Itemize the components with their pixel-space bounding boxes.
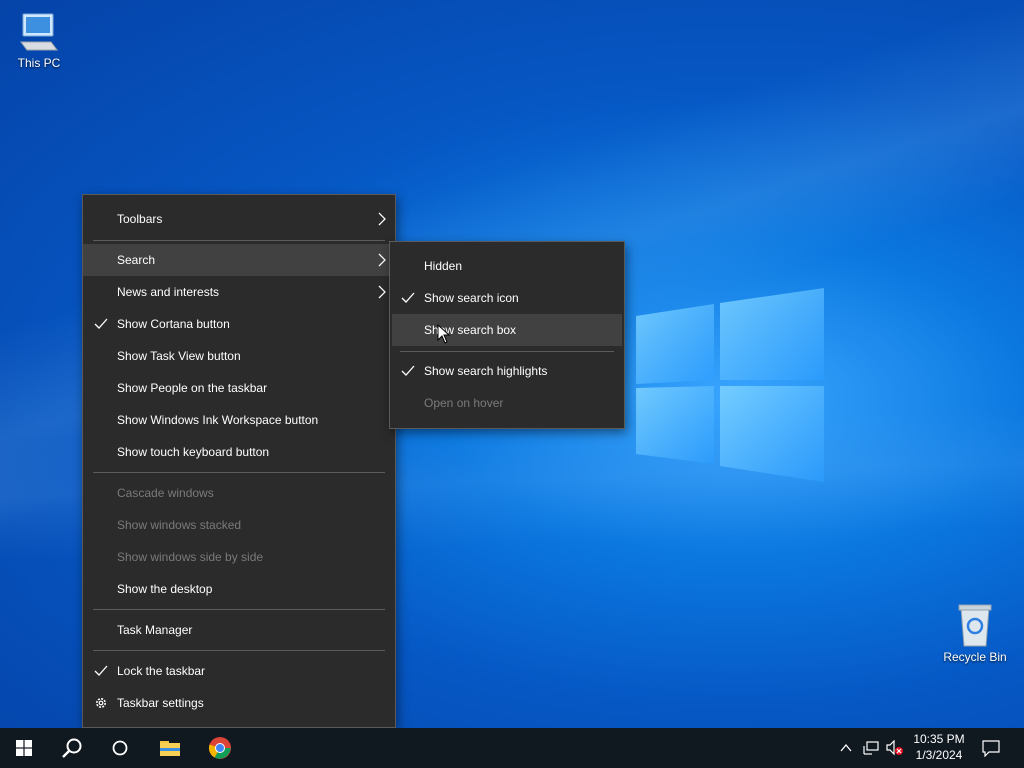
menu-separator [93,650,385,651]
clock[interactable]: 10:35 PM 1/3/2024 [910,732,968,762]
taskbar: 10:35 PM 1/3/2024 [0,728,1024,768]
submenu-item-show-search-box[interactable]: Show search box [392,314,622,346]
start-button[interactable] [0,728,48,768]
menu-item-show-windows-stacked: Show windows stacked [117,518,242,532]
volume-muted-icon[interactable] [886,740,904,756]
menu-separator [93,472,385,473]
menu-separator [93,240,385,241]
desktop-icon-this-pc[interactable]: This PC [3,10,75,70]
mouse-cursor-icon [437,324,450,344]
file-explorer-icon [160,741,180,756]
menu-item-show-cortana-button[interactable]: Show Cortana button [83,308,395,340]
notification-icon[interactable] [982,739,1000,757]
search-icon [62,738,82,758]
menu-item-show-windows-side-by-side: Show windows side by side [117,550,264,564]
submenu-item-show-search-icon[interactable]: Show search icon [390,282,624,314]
search-button[interactable] [48,728,96,768]
cortana-icon [112,740,128,756]
menu-item-toolbars[interactable]: Toolbars [83,203,395,235]
chrome-icon [208,737,231,759]
cortana-button[interactable] [96,728,144,768]
menu-item-lock-the-taskbar[interactable]: Lock the taskbar [83,655,395,687]
menu-item-show-the-desktop[interactable]: Show the desktop [83,573,395,605]
menu-item-show-windows-ink[interactable]: Show Windows Ink Workspace button [83,404,395,436]
submenu-item-hidden[interactable]: Hidden [390,250,624,282]
recycle-bin-icon [958,604,992,647]
clock-time: 10:35 PM [913,732,965,746]
submenu-item-open-on-hover: Open on hover [424,396,504,410]
submenu-item-show-search-highlights[interactable]: Show search highlights [390,355,624,387]
chevron-up-icon[interactable] [840,742,852,754]
checkmark-icon [401,365,415,376]
menu-item-show-people[interactable]: Show People on the taskbar [83,372,395,404]
windows-wallpaper-logo [636,288,824,482]
desktop-icon-label: This PC [17,56,61,70]
file-explorer-button[interactable] [146,728,194,768]
desktop-icon-recycle-bin[interactable]: Recycle Bin [939,602,1011,664]
checkmark-icon [94,318,108,329]
menu-item-cascade-windows: Cascade windows [117,486,214,500]
menu-item-search[interactable]: Search [83,244,395,276]
checkmark-icon [94,665,108,676]
network-icon[interactable] [863,740,879,756]
windows-start-icon [16,740,32,756]
gear-icon [96,698,106,708]
menu-separator [400,351,614,352]
menu-separator [93,609,385,610]
menu-item-show-touch-keyboard[interactable]: Show touch keyboard button [83,436,395,468]
search-submenu: Hidden Show search icon Show search box … [389,241,625,429]
clock-date: 1/3/2024 [915,748,963,762]
checkmark-icon [401,292,415,303]
menu-item-news-and-interests[interactable]: News and interests [83,276,395,308]
menu-item-show-task-view-button[interactable]: Show Task View button [83,340,395,372]
chevron-right-icon [378,212,386,226]
chevron-right-icon [378,253,386,267]
menu-item-task-manager[interactable]: Task Manager [83,614,395,646]
menu-item-taskbar-settings[interactable]: Taskbar settings [83,687,395,719]
chevron-right-icon [378,285,386,299]
taskbar-context-menu: Toolbars Search News and interests Show … [82,194,396,728]
computer-icon [20,13,58,51]
desktop-icon-label: Recycle Bin [943,650,1007,664]
chrome-button[interactable] [196,728,244,768]
